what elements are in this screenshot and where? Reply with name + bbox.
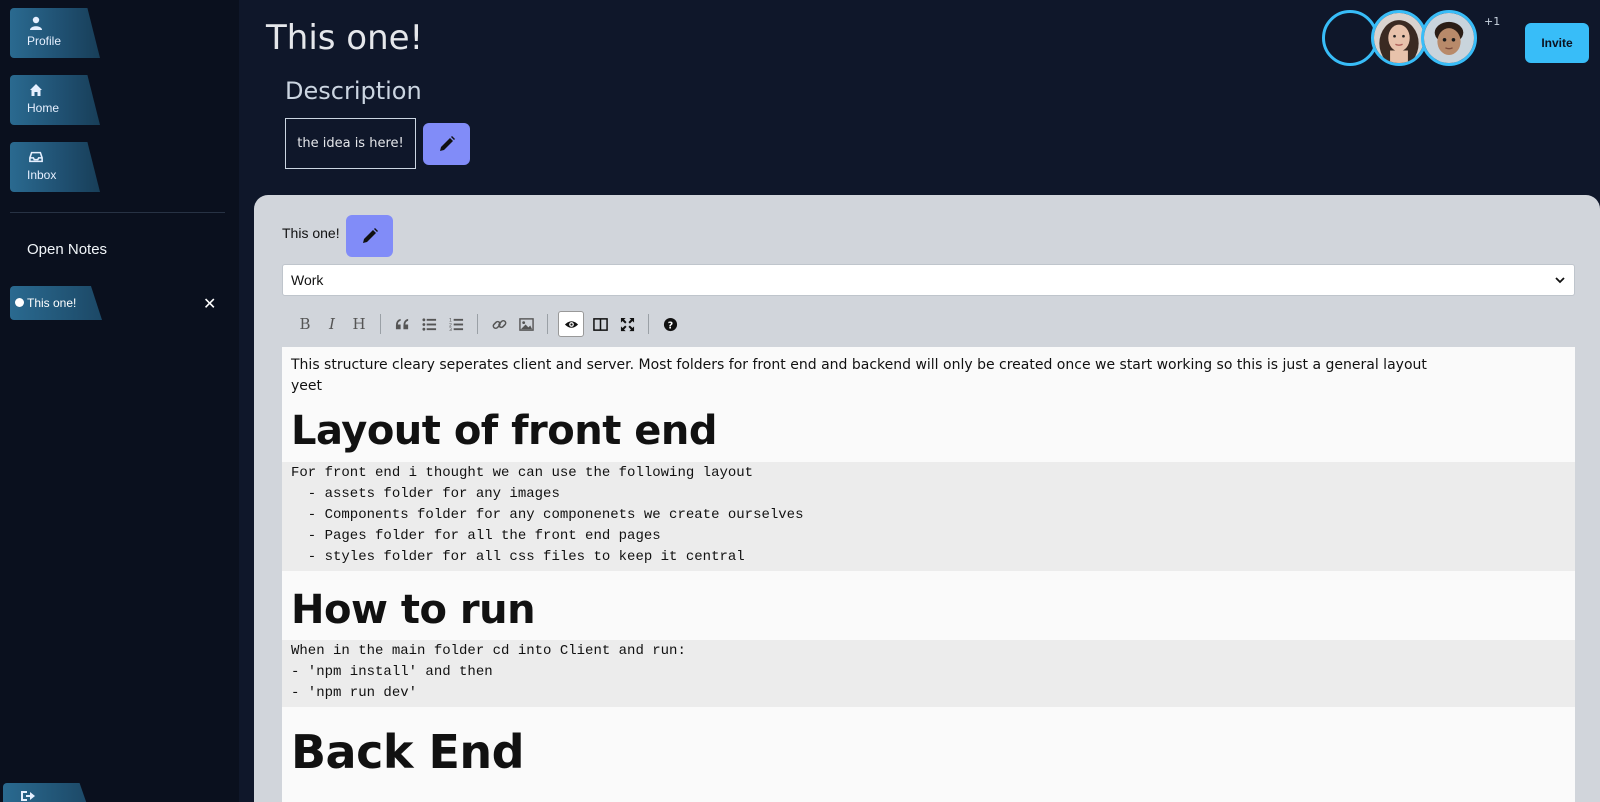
- expand-icon: [620, 317, 634, 331]
- open-note-label: This one!: [27, 296, 77, 310]
- child-avatar-image: [1424, 13, 1474, 63]
- italic-button[interactable]: I: [321, 313, 343, 335]
- ordered-list-button[interactable]: 123: [445, 313, 467, 335]
- description-field[interactable]: the idea is here!: [285, 118, 416, 169]
- note-status-dot: [15, 298, 24, 307]
- category-select[interactable]: Work: [282, 264, 1575, 296]
- link-button[interactable]: [488, 313, 510, 335]
- heading-icon: H: [352, 315, 366, 333]
- sidebar-divider: [10, 212, 225, 213]
- svg-text:?: ?: [667, 320, 672, 331]
- heading-back-end: Back End: [291, 725, 525, 779]
- collaborator-avatar-woman[interactable]: [1371, 10, 1427, 66]
- image-button[interactable]: [515, 313, 537, 335]
- edit-title-button[interactable]: [346, 215, 393, 257]
- nav-profile-label: Profile: [27, 34, 62, 48]
- bold-button[interactable]: B: [294, 313, 316, 335]
- note-editor-panel: This one! Work B I H 123 ? This structur…: [254, 195, 1600, 802]
- editor-toolbar: B I H 123 ?: [282, 305, 1575, 343]
- bold-icon: B: [299, 315, 311, 333]
- open-note-tab[interactable]: This one!: [10, 286, 102, 320]
- quote-icon: [395, 318, 408, 329]
- description-heading: Description: [285, 77, 422, 105]
- collaborator-avatar-empty[interactable]: [1322, 10, 1378, 66]
- intro-paragraph: This structure cleary seperates client a…: [291, 355, 1566, 397]
- side-by-side-button[interactable]: [589, 313, 611, 335]
- nav-inbox-button[interactable]: Inbox: [10, 142, 100, 192]
- page-title: This one!: [266, 18, 424, 58]
- guide-button[interactable]: ?: [659, 313, 681, 335]
- toolbar-separator: [380, 314, 381, 334]
- image-icon: [518, 317, 534, 331]
- italic-icon: I: [329, 315, 335, 333]
- question-icon: ?: [663, 317, 677, 331]
- quote-button[interactable]: [391, 313, 413, 335]
- nav-profile-button[interactable]: Profile: [10, 8, 100, 58]
- markdown-preview[interactable]: This structure cleary seperates client a…: [282, 347, 1575, 802]
- note-title: This one!: [282, 225, 340, 241]
- close-icon[interactable]: ✕: [203, 294, 216, 313]
- list-ul-icon: [421, 317, 436, 331]
- columns-icon: [592, 317, 608, 331]
- nav-inbox-label: Inbox: [27, 168, 57, 182]
- link-icon: [492, 319, 506, 329]
- heading-front-end: Layout of front end: [291, 408, 718, 454]
- code-block-how-to-run: When in the main folder cd into Client a…: [282, 640, 1575, 707]
- chevron-down-icon: [1555, 277, 1565, 284]
- code-block-front-end: For front end i thought we can use the f…: [282, 462, 1575, 571]
- list-ol-icon: 123: [449, 317, 463, 332]
- toolbar-separator: [547, 314, 548, 334]
- logout-button[interactable]: [3, 783, 90, 802]
- collaborator-avatar-child[interactable]: [1421, 10, 1477, 66]
- intro-line-1: This structure cleary seperates client a…: [291, 357, 1427, 373]
- preview-button[interactable]: [558, 311, 584, 337]
- user-icon: [30, 16, 42, 30]
- fullscreen-button[interactable]: [616, 313, 638, 335]
- intro-line-2: yeet: [291, 378, 323, 394]
- svg-text:3: 3: [449, 327, 452, 332]
- open-notes-heading: Open Notes: [27, 241, 108, 258]
- woman-avatar-image: [1374, 13, 1424, 63]
- heading-button[interactable]: H: [348, 313, 370, 335]
- pencil-icon: [439, 136, 455, 151]
- sign-out-icon: [21, 791, 35, 801]
- heading-how-to-run: How to run: [291, 587, 536, 633]
- invite-button[interactable]: Invite: [1525, 23, 1589, 63]
- inbox-icon: [29, 151, 43, 163]
- edit-description-button[interactable]: [423, 123, 470, 165]
- nav-home-button[interactable]: Home: [10, 75, 100, 125]
- nav-home-label: Home: [27, 101, 60, 115]
- more-collaborators-count: +1: [1484, 15, 1501, 28]
- toolbar-separator: [477, 314, 478, 334]
- eye-icon: [564, 320, 578, 328]
- unordered-list-button[interactable]: [418, 313, 440, 335]
- toolbar-separator: [648, 314, 649, 334]
- category-select-value: Work: [291, 272, 324, 288]
- home-icon: [30, 84, 42, 96]
- pencil-icon: [362, 228, 378, 243]
- sidebar: Profile Home Inbox Open Notes This one! …: [0, 0, 239, 802]
